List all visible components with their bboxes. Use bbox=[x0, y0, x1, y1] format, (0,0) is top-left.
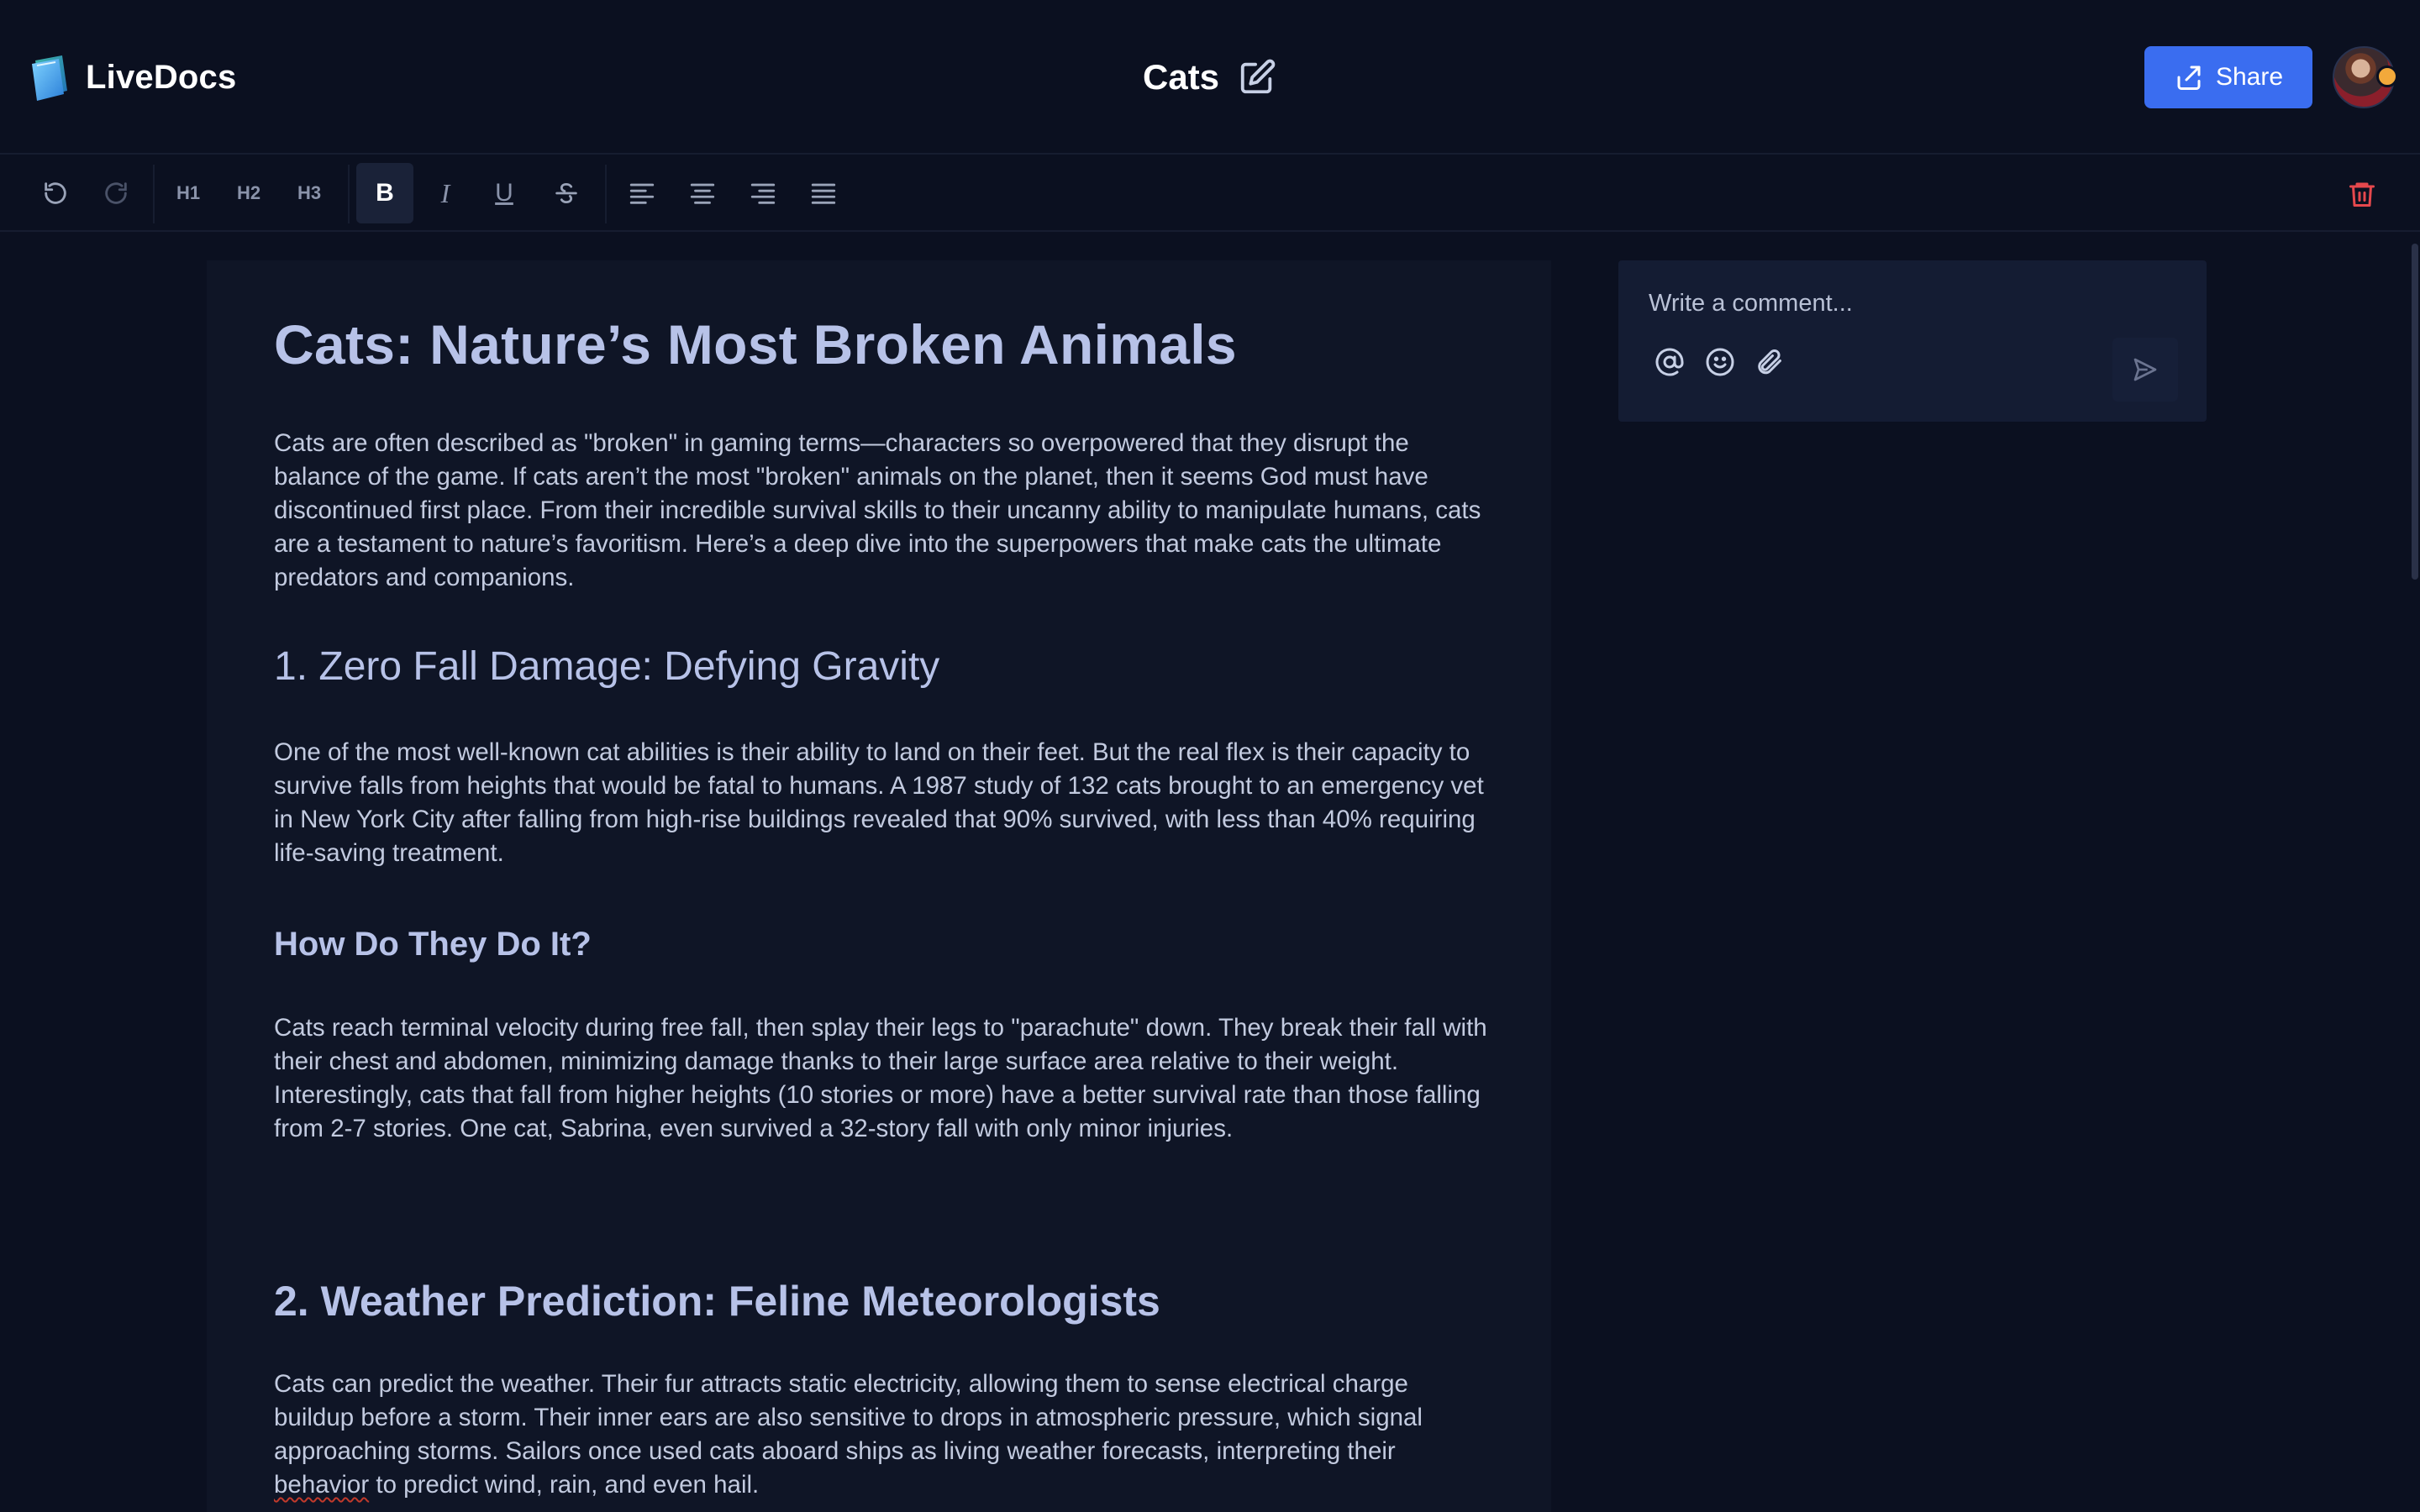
undo-icon bbox=[45, 182, 66, 204]
share-icon bbox=[2177, 66, 2201, 90]
trash-icon bbox=[2349, 182, 2375, 207]
scrollbar-thumb[interactable] bbox=[2412, 244, 2418, 580]
strikethrough-icon bbox=[555, 182, 577, 204]
redo-icon bbox=[105, 182, 127, 204]
comment-box bbox=[1618, 260, 2207, 422]
brand[interactable]: LiveDocs bbox=[29, 50, 236, 104]
formatting-toolbar: H1 H2 H3 B I U bbox=[0, 156, 2420, 232]
heading-1-button[interactable]: H1 bbox=[160, 163, 217, 223]
document-editor[interactable]: Cats: Nature’s Most Broken Animals Cats … bbox=[207, 260, 1551, 1512]
mention-button[interactable] bbox=[1650, 343, 1689, 381]
align-right-icon bbox=[750, 183, 776, 204]
comment-input[interactable] bbox=[1647, 284, 2168, 323]
document-heading[interactable]: Cats: Nature’s Most Broken Animals bbox=[274, 312, 1237, 376]
smiley-icon bbox=[1706, 348, 1734, 376]
delete-document-button[interactable] bbox=[2333, 166, 2391, 222]
toolbar-divider bbox=[605, 165, 607, 223]
align-justify-icon bbox=[811, 183, 836, 204]
section-1-heading[interactable]: 1. Zero Fall Damage: Defying Gravity bbox=[274, 643, 939, 690]
italic-button[interactable]: I bbox=[417, 163, 474, 223]
document-title-area: Cats bbox=[1143, 52, 1276, 102]
align-left-icon bbox=[629, 183, 655, 204]
send-icon bbox=[2133, 358, 2157, 381]
align-left-button[interactable] bbox=[613, 163, 671, 223]
brand-name: LiveDocs bbox=[86, 58, 237, 96]
undo-button[interactable] bbox=[27, 163, 84, 223]
section-1-paragraph[interactable]: One of the most well-known cat abilities… bbox=[274, 736, 1492, 870]
subsection-heading[interactable]: How Do They Do It? bbox=[274, 926, 592, 963]
section-2-text-end: to predict wind, rain, and even hail. bbox=[369, 1471, 760, 1499]
align-right-button[interactable] bbox=[734, 163, 792, 223]
edit-icon[interactable] bbox=[1238, 58, 1276, 97]
heading-2-button[interactable]: H2 bbox=[220, 163, 277, 223]
document-title[interactable]: Cats bbox=[1143, 57, 1219, 97]
top-bar: LiveDocs Cats Share bbox=[0, 0, 2420, 155]
subsection-paragraph[interactable]: Cats reach terminal velocity during free… bbox=[274, 1011, 1492, 1146]
share-button[interactable]: Share bbox=[2144, 46, 2312, 108]
align-justify-button[interactable] bbox=[795, 163, 852, 223]
align-center-button[interactable] bbox=[674, 163, 731, 223]
section-2-heading[interactable]: 2. Weather Prediction: Feline Meteorolog… bbox=[274, 1277, 1160, 1326]
underline-button[interactable]: U bbox=[476, 163, 533, 223]
intro-paragraph[interactable]: Cats are often described as "broken" in … bbox=[274, 427, 1492, 595]
attach-button[interactable] bbox=[1749, 343, 1788, 381]
send-comment-button[interactable] bbox=[2112, 338, 2178, 402]
presence-dot bbox=[2376, 66, 2398, 87]
toolbar-divider bbox=[153, 165, 155, 223]
at-sign-icon bbox=[1655, 348, 1684, 376]
emoji-button[interactable] bbox=[1701, 343, 1739, 381]
paperclip-icon bbox=[1758, 349, 1781, 375]
section-2-paragraph[interactable]: Cats can predict the weather. Their fur … bbox=[274, 1368, 1492, 1502]
bold-button[interactable]: B bbox=[356, 163, 413, 223]
align-center-icon bbox=[690, 183, 715, 204]
share-label: Share bbox=[2215, 63, 2284, 91]
redo-button[interactable] bbox=[87, 163, 145, 223]
folder-logo-icon bbox=[32, 55, 67, 101]
strikethrough-button[interactable] bbox=[538, 163, 595, 223]
heading-3-button[interactable]: H3 bbox=[281, 163, 338, 223]
section-2-text: Cats can predict the weather. Their fur … bbox=[274, 1370, 1423, 1465]
spellcheck-word[interactable]: behavior bbox=[274, 1471, 369, 1499]
toolbar-divider bbox=[348, 165, 350, 223]
